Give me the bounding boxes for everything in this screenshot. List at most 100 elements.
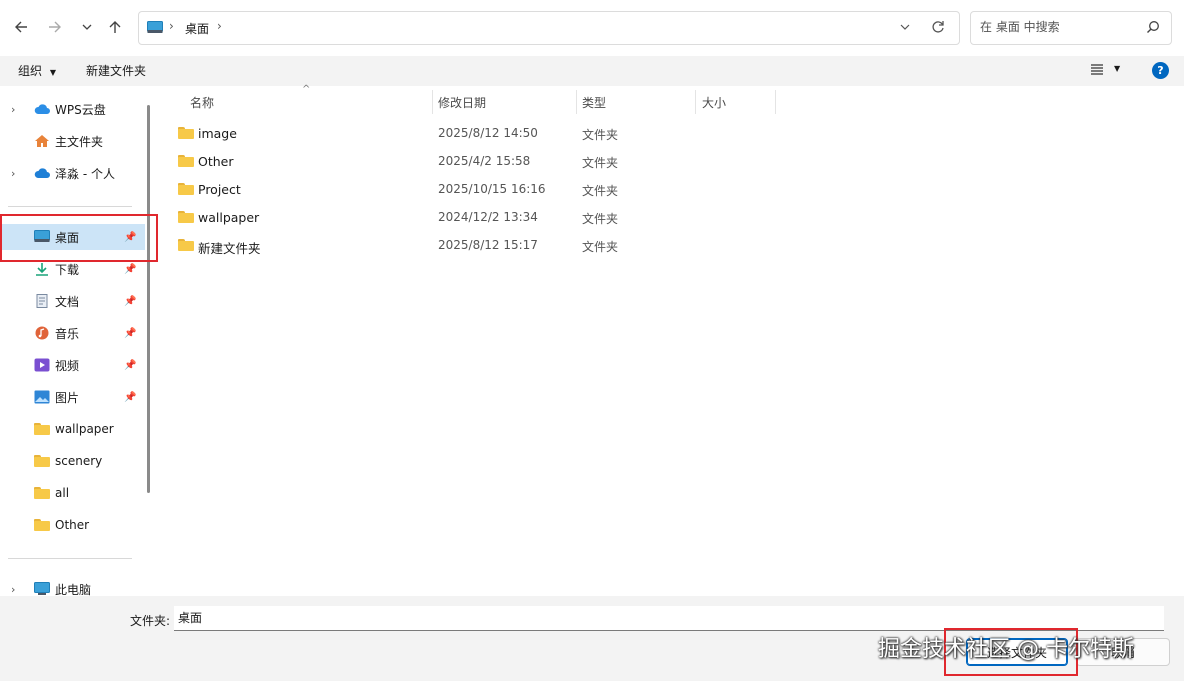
sidebar-item-label: 文档: [55, 294, 80, 309]
file-type: 文件夹: [582, 212, 619, 226]
pin-icon: 📌: [124, 263, 137, 275]
sidebar-item-label: 泽淼 - 个人: [55, 166, 115, 181]
file-type: 文件夹: [582, 156, 619, 170]
music-icon: [35, 326, 49, 340]
pin-icon: 📌: [124, 327, 137, 339]
refresh-button[interactable]: [931, 20, 945, 37]
new-folder-button[interactable]: 新建文件夹: [86, 62, 146, 79]
sidebar-item-scenery[interactable]: scenery: [0, 448, 145, 474]
column-header-size[interactable]: 大小: [702, 94, 726, 111]
column-separator[interactable]: [576, 90, 577, 114]
sidebar-item-music[interactable]: 音乐 📌: [0, 320, 145, 346]
column-header-date[interactable]: 修改日期: [438, 94, 486, 111]
file-type: 文件夹: [582, 128, 619, 142]
computer-icon: [34, 582, 50, 595]
onedrive-icon: [34, 168, 50, 178]
column-separator[interactable]: [432, 90, 433, 114]
navigation-bar: › 桌面 ›: [0, 0, 1184, 56]
view-options-button[interactable]: ▼: [1090, 63, 1120, 78]
picture-icon: [34, 390, 50, 404]
chevron-down-icon: [900, 24, 910, 30]
chevron-right-icon[interactable]: ›: [11, 583, 15, 596]
up-button[interactable]: [104, 16, 126, 38]
list-view-icon: [1091, 64, 1103, 75]
search-box[interactable]: [970, 11, 1172, 45]
chevron-right-icon[interactable]: ›: [11, 103, 15, 116]
sidebar-item-label: all: [55, 486, 70, 500]
watermark-text: 掘金技术社区 @ 卡尔特斯: [878, 637, 1134, 662]
recent-locations-button[interactable]: [76, 16, 98, 38]
sidebar-divider: [8, 206, 132, 207]
home-icon: [35, 135, 49, 147]
folder-icon: [178, 211, 194, 223]
chevron-down-icon: [82, 24, 92, 30]
sidebar-item-pictures[interactable]: 图片 📌: [0, 384, 145, 410]
sidebar-item-label: 图片: [55, 390, 80, 405]
back-button[interactable]: [10, 16, 32, 38]
sidebar-item-label: 主文件夹: [55, 134, 104, 149]
table-row[interactable]: image 2025/8/12 14:50 文件夹: [160, 120, 780, 148]
arrow-left-icon: [15, 21, 27, 33]
file-date: 2025/8/12 14:50: [438, 126, 538, 140]
sidebar-item-label: 视频: [55, 358, 80, 373]
sidebar-item-label: WPS云盘: [55, 102, 106, 117]
sidebar-item-label: 此电脑: [55, 582, 92, 597]
sidebar-item-wallpaper[interactable]: wallpaper: [0, 416, 145, 442]
folder-icon: [34, 455, 50, 469]
table-row[interactable]: Project 2025/10/15 16:16 文件夹: [160, 176, 780, 204]
folder-icon: [178, 239, 194, 251]
folder-icon: [178, 155, 194, 167]
caret-down-icon: ▼: [49, 68, 56, 77]
desktop-icon: [147, 21, 163, 37]
folder-icon: [34, 487, 50, 501]
address-history-button[interactable]: [899, 21, 911, 36]
folder-input[interactable]: [178, 610, 1138, 624]
sidebar-item-label: 下载: [55, 262, 80, 277]
forward-button[interactable]: [44, 16, 66, 38]
sidebar-scrollbar[interactable]: [147, 105, 150, 493]
sort-ascending-icon: ^: [302, 84, 311, 95]
address-bar[interactable]: › 桌面 ›: [138, 11, 960, 45]
breadcrumb-separator-icon: ›: [169, 19, 174, 33]
sidebar-item-videos[interactable]: 视频 📌: [0, 352, 145, 378]
file-name: Project: [198, 182, 241, 197]
caret-down-icon: ▼: [1114, 64, 1121, 73]
help-icon[interactable]: ?: [1152, 62, 1169, 79]
table-row[interactable]: Other 2025/4/2 15:58 文件夹: [160, 148, 780, 176]
document-icon: [36, 294, 48, 308]
search-icon: [1146, 20, 1160, 37]
column-separator[interactable]: [775, 90, 776, 114]
column-separator[interactable]: [695, 90, 696, 114]
file-list: 名称 ^ 修改日期 类型 大小 image 2025/8/12 14:50 文件…: [160, 84, 1184, 596]
pin-icon: 📌: [124, 391, 137, 403]
sidebar-item-label: wallpaper: [55, 422, 114, 436]
sidebar-item-documents[interactable]: 文档 📌: [0, 288, 145, 314]
folder-icon: [34, 423, 50, 437]
column-header-type[interactable]: 类型: [582, 94, 606, 111]
command-bar: 组织 ▼ 新建文件夹 ▼ ?: [0, 56, 1184, 86]
file-type: 文件夹: [582, 240, 619, 254]
folder-icon: [178, 183, 194, 195]
breadcrumb-desktop[interactable]: 桌面: [185, 20, 209, 37]
folder-icon: [178, 127, 194, 139]
file-date: 2025/4/2 15:58: [438, 154, 531, 168]
refresh-icon: [932, 21, 944, 33]
folder-field-label: 文件夹:: [130, 614, 171, 628]
pin-icon: 📌: [124, 295, 137, 307]
chevron-right-icon[interactable]: ›: [11, 167, 15, 180]
organize-button[interactable]: 组织 ▼: [18, 62, 56, 79]
table-row[interactable]: 新建文件夹 2025/8/12 15:17 文件夹: [160, 232, 780, 260]
highlight-box-desktop: [0, 214, 158, 262]
sidebar-item-wps-cloud[interactable]: › WPS云盘: [0, 96, 145, 122]
sidebar-item-other[interactable]: Other: [0, 512, 145, 538]
search-input[interactable]: [980, 20, 1140, 34]
sidebar-item-all[interactable]: all: [0, 480, 145, 506]
sidebar-item-onedrive-personal[interactable]: › 泽淼 - 个人: [0, 160, 145, 186]
table-row[interactable]: wallpaper 2024/12/2 13:34 文件夹: [160, 204, 780, 232]
breadcrumb-chevron-icon[interactable]: ›: [217, 19, 222, 33]
column-header-name[interactable]: 名称: [190, 94, 214, 111]
file-date: 2025/8/12 15:17: [438, 238, 538, 252]
file-date: 2024/12/2 13:34: [438, 210, 538, 224]
sidebar-item-home[interactable]: 主文件夹: [0, 128, 145, 154]
arrow-up-icon: [109, 21, 121, 33]
